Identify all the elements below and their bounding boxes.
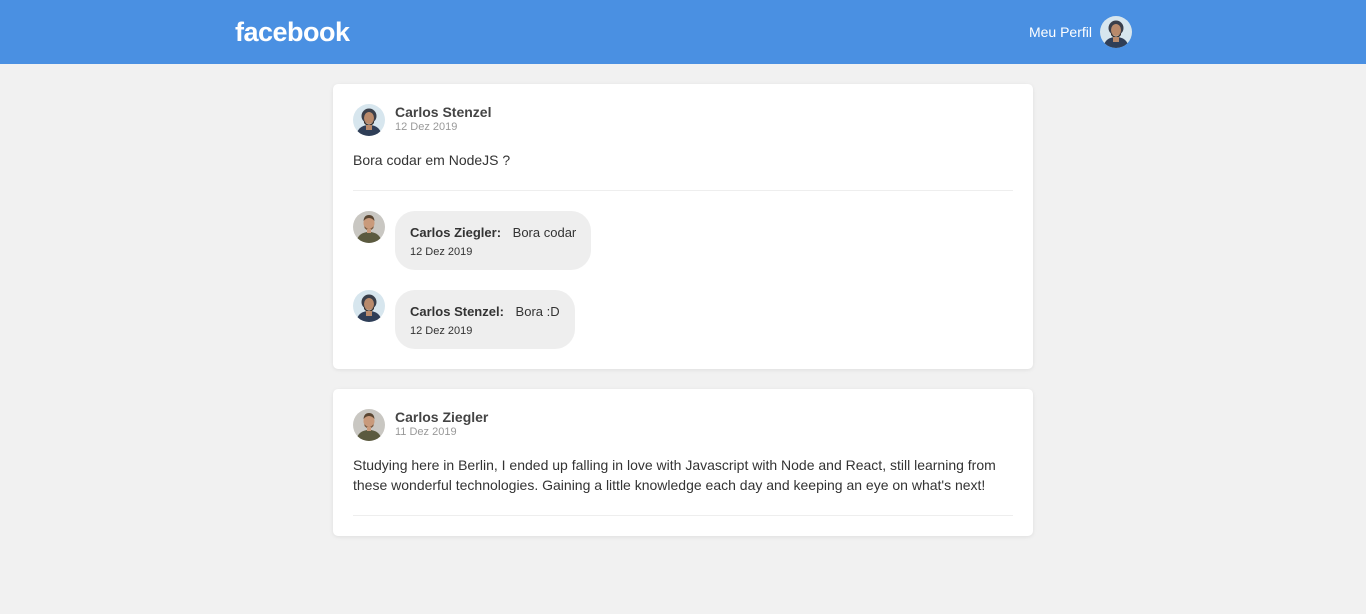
post-author-name[interactable]: Carlos Stenzel <box>395 104 491 120</box>
comment-text: Bora :D <box>515 304 560 319</box>
post-author-block: Carlos Stenzel 12 Dez 2019 <box>395 104 491 134</box>
comment: Carlos Ziegler: Bora codar 12 Dez 2019 <box>353 211 1013 270</box>
comment-date: 12 Dez 2019 <box>410 246 473 258</box>
my-profile-link[interactable]: Meu Perfil <box>1029 16 1132 48</box>
post-author-name[interactable]: Carlos Ziegler <box>395 409 488 425</box>
author-avatar-icon[interactable] <box>353 104 385 136</box>
commenter-avatar-icon[interactable] <box>353 211 385 243</box>
author-avatar-icon[interactable] <box>353 409 385 441</box>
comment: Carlos Stenzel: Bora :D 12 Dez 2019 <box>353 290 1013 349</box>
comment-author[interactable]: Carlos Stenzel: <box>410 304 504 319</box>
post-card: Carlos Stenzel 12 Dez 2019 Bora codar em… <box>333 84 1033 369</box>
post-content: Bora codar em NodeJS ? <box>353 150 1013 191</box>
user-avatar-icon <box>1100 16 1132 48</box>
comment-author[interactable]: Carlos Ziegler: <box>410 225 501 240</box>
top-navbar: facebook Meu Perfil <box>0 0 1366 64</box>
post-author-block: Carlos Ziegler 11 Dez 2019 <box>395 409 488 439</box>
comment-bubble: Carlos Ziegler: Bora codar 12 Dez 2019 <box>395 211 592 270</box>
post-card: Carlos Ziegler 11 Dez 2019 Studying here… <box>333 389 1033 536</box>
comment-text: Bora codar <box>512 225 577 240</box>
post-content: Studying here in Berlin, I ended up fall… <box>353 455 1013 516</box>
facebook-logo[interactable]: facebook <box>235 16 350 48</box>
post-feed: Carlos Stenzel 12 Dez 2019 Bora codar em… <box>333 84 1033 536</box>
post-date: 11 Dez 2019 <box>395 426 457 438</box>
post-date: 12 Dez 2019 <box>395 121 458 133</box>
post-header: Carlos Stenzel 12 Dez 2019 <box>353 104 1013 136</box>
comments-list: Carlos Ziegler: Bora codar 12 Dez 2019 C… <box>353 191 1013 349</box>
post-header: Carlos Ziegler 11 Dez 2019 <box>353 409 1013 441</box>
comment-bubble: Carlos Stenzel: Bora :D 12 Dez 2019 <box>395 290 575 349</box>
commenter-avatar-icon[interactable] <box>353 290 385 322</box>
comment-date: 12 Dez 2019 <box>410 325 473 337</box>
profile-label: Meu Perfil <box>1028 24 1092 40</box>
